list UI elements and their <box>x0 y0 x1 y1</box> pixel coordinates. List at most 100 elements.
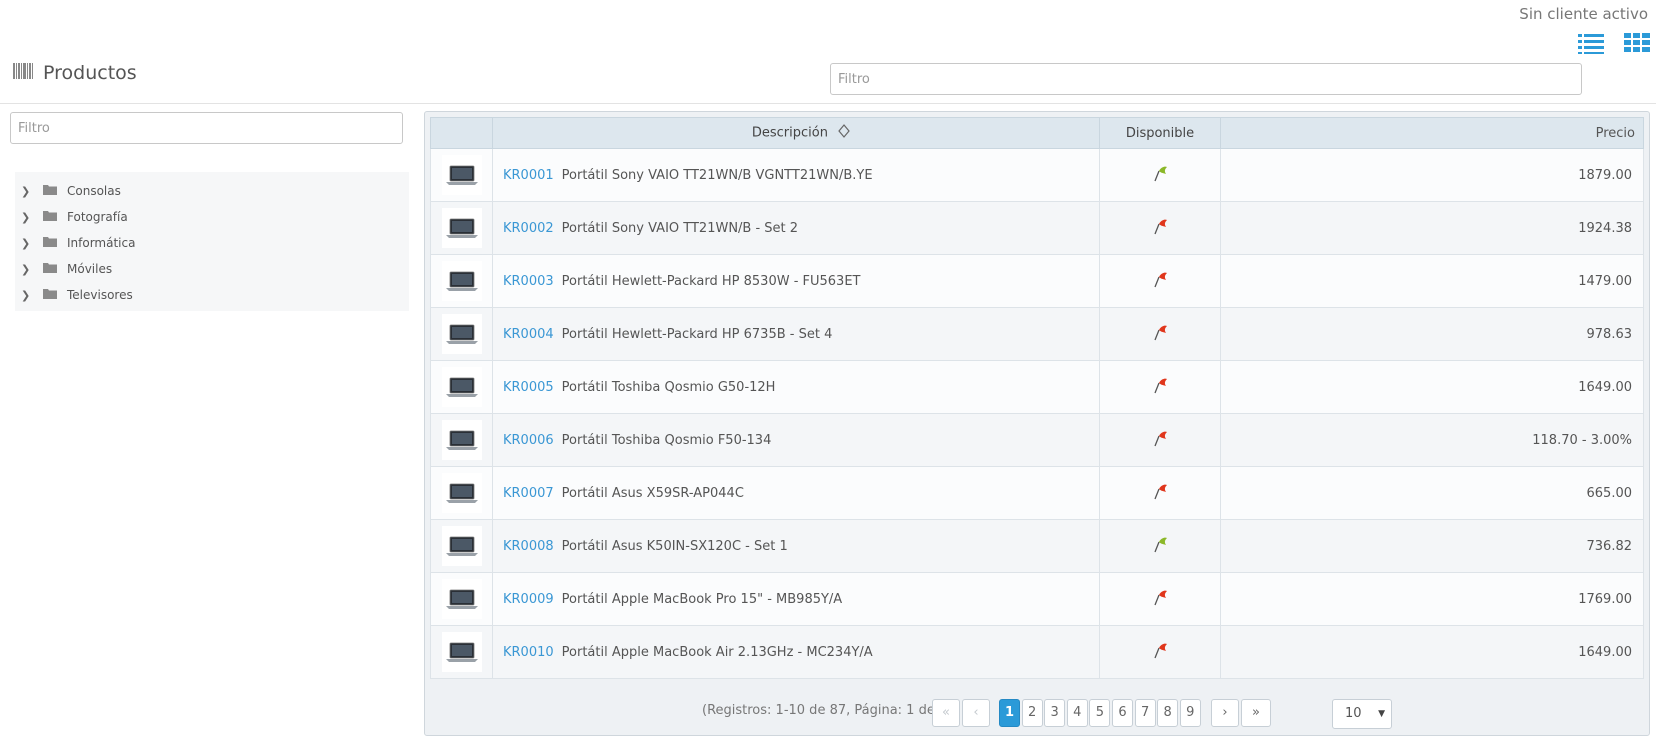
page-button-3[interactable]: 3 <box>1044 699 1066 727</box>
availability-cell <box>1099 519 1221 573</box>
folder-icon <box>43 184 57 199</box>
product-name: Portátil Toshiba Qosmio G50-12H <box>561 379 776 395</box>
laptop-thumbnail[interactable] <box>441 208 482 248</box>
category-label: Móviles <box>67 262 113 276</box>
category-label: Fotografía <box>67 210 128 224</box>
product-code-link[interactable]: KR0010 <box>503 645 554 660</box>
table-row[interactable]: KR0005 Portátil Toshiba Qosmio G50-12H 164… <box>430 360 1644 414</box>
description-cell: KR0008 Portátil Asus K50IN-SX120C - Set 1 <box>492 519 1100 573</box>
product-code-link[interactable]: KR0008 <box>503 539 554 554</box>
chevron-right-icon[interactable]: ❯ <box>21 289 35 302</box>
category-item-informatica[interactable]: ❯ Informática <box>15 230 409 256</box>
flag-icon <box>1151 590 1169 610</box>
rows-per-page-select[interactable]: 10 ▼ <box>1332 699 1392 729</box>
product-thumbnail-cell <box>430 466 493 520</box>
description-cell: KR0005 Portátil Toshiba Qosmio G50-12H <box>492 360 1100 414</box>
column-header-description[interactable]: Descripción <box>492 117 1100 149</box>
price-cell: 978.63 <box>1220 307 1644 361</box>
table-row[interactable]: KR0009 Portátil Apple MacBook Pro 15" - M… <box>430 572 1644 626</box>
product-thumbnail-cell <box>430 307 493 361</box>
product-thumbnail-cell <box>430 148 493 202</box>
product-code-link[interactable]: KR0001 <box>503 168 554 183</box>
product-name: Portátil Sony VAIO TT21WN/B VGNTT21WN/B.… <box>561 167 873 183</box>
price-cell: 1924.38 <box>1220 201 1644 255</box>
list-view-icon[interactable] <box>1578 32 1604 54</box>
table-row[interactable]: KR0004 Portátil Hewlett-Packard HP 6735B … <box>430 307 1644 361</box>
page-button-6[interactable]: 6 <box>1112 699 1133 727</box>
category-tree: ❯ Consolas ❯ Fotografía ❯ Informática ❯ … <box>15 172 409 311</box>
category-label: Informática <box>67 236 136 250</box>
barcode-icon <box>13 63 33 83</box>
page-button-1[interactable]: 1 <box>999 699 1020 727</box>
product-code-link[interactable]: KR0004 <box>503 327 554 342</box>
product-name: Portátil Sony VAIO TT21WN/B - Set 2 <box>561 220 799 236</box>
description-cell: KR0002 Portátil Sony VAIO TT21WN/B - Set … <box>492 201 1100 255</box>
category-label: Consolas <box>67 184 121 198</box>
next-page-button[interactable]: › <box>1211 699 1239 727</box>
flag-icon <box>1151 378 1169 398</box>
table-row[interactable]: KR0007 Portátil Asus X59SR-AP044C 665.00 <box>430 466 1644 520</box>
laptop-thumbnail[interactable] <box>441 367 482 407</box>
laptop-thumbnail[interactable] <box>441 473 482 513</box>
last-page-button[interactable]: » <box>1241 699 1271 727</box>
product-code-link[interactable]: KR0003 <box>503 274 554 289</box>
laptop-thumbnail[interactable] <box>441 420 482 460</box>
category-item-moviles[interactable]: ❯ Móviles <box>15 256 409 282</box>
page-button-4[interactable]: 4 <box>1066 699 1088 727</box>
category-item-fotografia[interactable]: ❯ Fotografía <box>15 204 409 230</box>
table-row[interactable]: KR0008 Portátil Asus K50IN-SX120C - Set 1… <box>430 519 1644 573</box>
laptop-thumbnail[interactable] <box>441 632 482 672</box>
price-cell: 1479.00 <box>1220 254 1644 308</box>
category-item-consolas[interactable]: ❯ Consolas <box>15 178 409 204</box>
description-cell: KR0003 Portátil Hewlett-Packard HP 8530W … <box>492 254 1100 308</box>
page-button-5[interactable]: 5 <box>1089 699 1111 727</box>
flag-icon <box>1151 484 1169 504</box>
chevron-right-icon[interactable]: ❯ <box>21 185 35 198</box>
prev-page-button[interactable]: ‹ <box>962 699 990 727</box>
chevron-right-icon[interactable]: ❯ <box>21 263 35 276</box>
price-cell: 1879.00 <box>1220 148 1644 202</box>
page-button-9[interactable]: 9 <box>1179 699 1201 727</box>
product-filter-input[interactable] <box>830 63 1582 95</box>
page-button-7[interactable]: 7 <box>1134 699 1156 727</box>
page-button-2[interactable]: 2 <box>1021 699 1043 727</box>
product-thumbnail-cell <box>430 625 493 679</box>
dropdown-caret-icon: ▼ <box>1378 709 1385 719</box>
folder-icon <box>43 236 57 251</box>
table-row[interactable]: KR0003 Portátil Hewlett-Packard HP 8530W … <box>430 254 1644 308</box>
laptop-thumbnail[interactable] <box>441 261 482 301</box>
product-code-link[interactable]: KR0006 <box>503 433 554 448</box>
folder-icon <box>43 288 57 303</box>
chevron-right-icon[interactable]: ❯ <box>21 237 35 250</box>
chevron-right-icon[interactable]: ❯ <box>21 211 35 224</box>
grid-view-icon[interactable] <box>1624 32 1650 54</box>
table-row[interactable]: KR0002 Portátil Sony VAIO TT21WN/B - Set … <box>430 201 1644 255</box>
laptop-thumbnail[interactable] <box>441 155 482 195</box>
flag-icon <box>1151 643 1169 663</box>
availability-cell <box>1099 254 1221 308</box>
product-name: Portátil Asus X59SR-AP044C <box>561 485 744 501</box>
price-cell: 665.00 <box>1220 466 1644 520</box>
page-title: Productos <box>43 62 137 84</box>
page-button-8[interactable]: 8 <box>1157 699 1179 727</box>
laptop-thumbnail[interactable] <box>441 526 482 566</box>
category-filter-input[interactable] <box>10 112 403 144</box>
laptop-thumbnail[interactable] <box>441 579 482 619</box>
availability-cell <box>1099 466 1221 520</box>
product-code-link[interactable]: KR0005 <box>503 380 554 395</box>
category-item-televisores[interactable]: ❯ Televisores <box>15 282 409 308</box>
table-row[interactable]: KR0001 Portátil Sony VAIO TT21WN/B VGNTT2… <box>430 148 1644 202</box>
price-cell: 1649.00 <box>1220 360 1644 414</box>
first-page-button[interactable]: « <box>932 699 960 727</box>
product-code-link[interactable]: KR0002 <box>503 221 554 236</box>
table-row[interactable]: KR0010 Portátil Apple MacBook Air 2.13GHz… <box>430 625 1644 679</box>
product-code-link[interactable]: KR0007 <box>503 486 554 501</box>
description-cell: KR0009 Portátil Apple MacBook Pro 15" - M… <box>492 572 1100 626</box>
category-label: Televisores <box>67 288 133 302</box>
price-cell: 1769.00 <box>1220 572 1644 626</box>
laptop-thumbnail[interactable] <box>441 314 482 354</box>
table-row[interactable]: KR0006 Portátil Toshiba Qosmio F50-134 118… <box>430 413 1644 467</box>
availability-cell <box>1099 360 1221 414</box>
sort-icon[interactable] <box>838 124 850 142</box>
product-code-link[interactable]: KR0009 <box>503 592 554 607</box>
